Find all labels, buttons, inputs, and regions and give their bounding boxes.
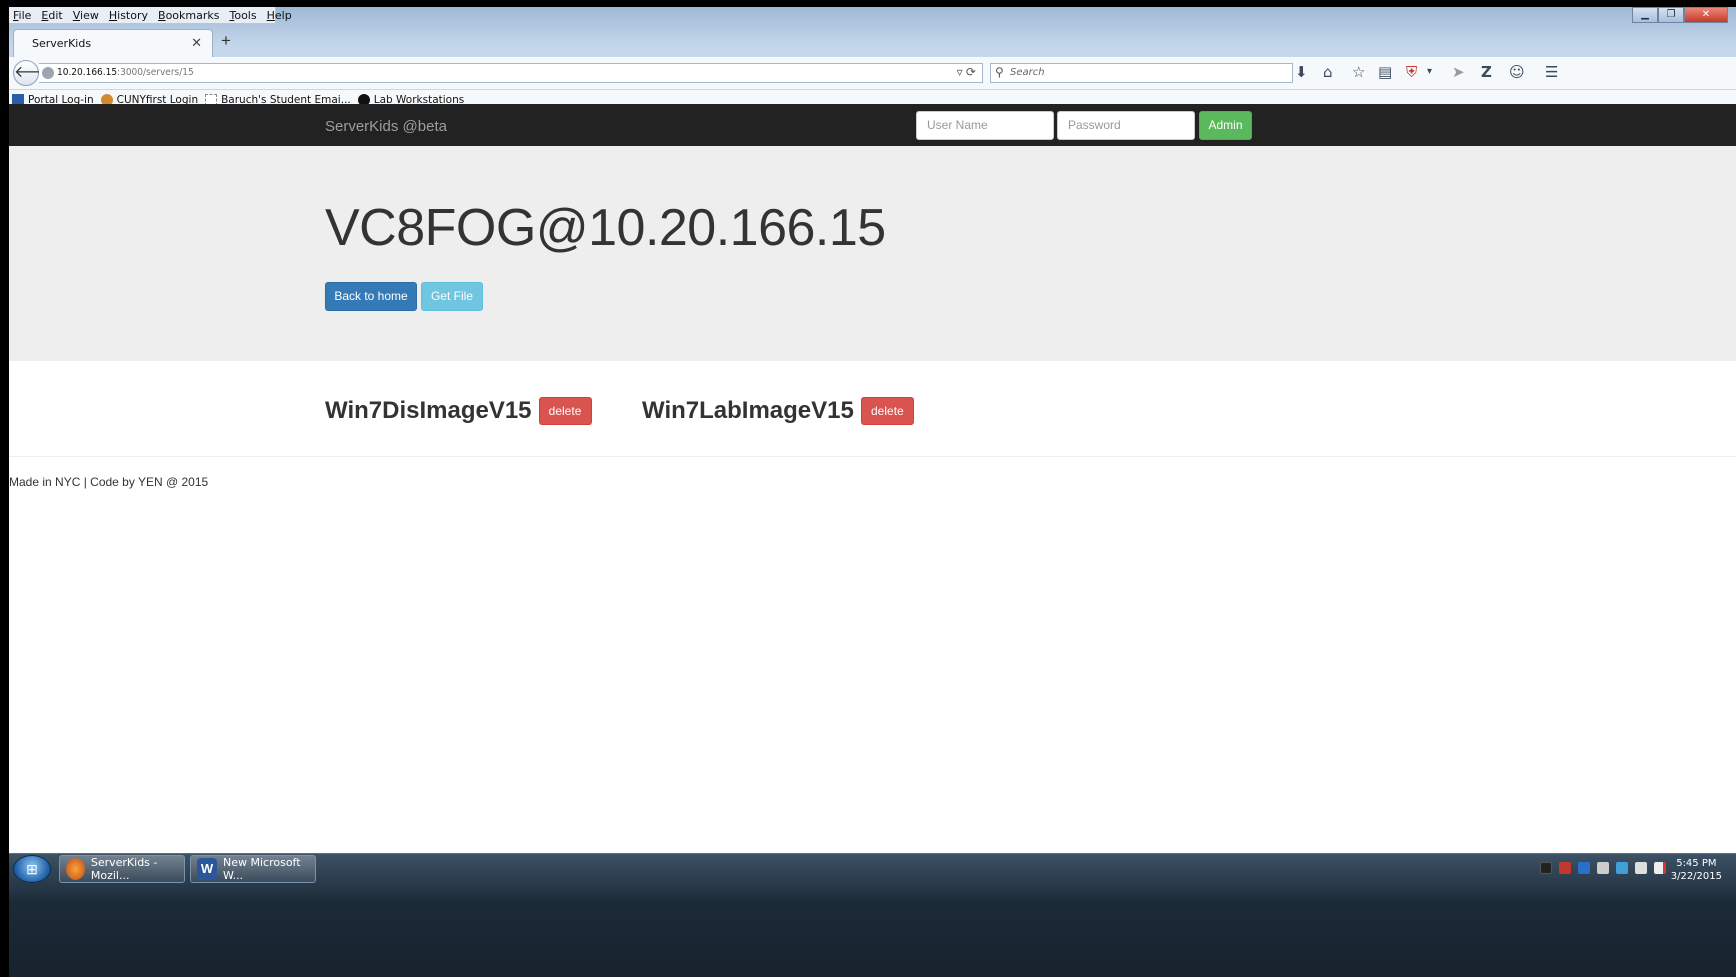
shield-icon[interactable] — [1559, 862, 1571, 874]
minimize-button[interactable]: ▁ — [1632, 7, 1658, 23]
site-navbar: ServerKids @beta User Name Password Admi… — [9, 104, 1736, 146]
image-item: Win7DisImageV15 delete — [325, 397, 592, 425]
clock-date: 3/22/2015 — [1670, 871, 1722, 882]
footer-text: Made in NYC | Code by YEN @ 2015 — [9, 475, 209, 489]
search-bar[interactable]: ⚲ Search — [990, 63, 1293, 83]
zotero-icon[interactable]: Z — [1481, 63, 1492, 81]
image-name: Win7DisImageV15 — [325, 397, 532, 424]
menu-history[interactable]: History — [109, 9, 148, 22]
url-text: 10.20.166.15:3000/servers/15 — [57, 67, 194, 78]
system-tray — [1533, 862, 1666, 874]
task-label: ServerKids - Mozil... — [90, 856, 158, 882]
window-controls: ▁ ❐ ✕ — [1632, 7, 1728, 23]
image-name: Win7LabImageV15 — [642, 397, 854, 424]
bluetooth-icon[interactable] — [1578, 862, 1590, 874]
url-host: 10.20.166.15 — [57, 67, 118, 78]
clock[interactable]: 5:45 PM 3/22/2015 — [1671, 857, 1722, 883]
volume-muted-icon[interactable] — [1654, 862, 1666, 874]
server-title: VC8FOG@10.20.166.15 — [325, 199, 886, 257]
addon-dropdown-icon[interactable]: ▾ — [1427, 66, 1432, 77]
start-button[interactable]: ⊞ — [13, 855, 51, 883]
menu-file[interactable]: File — [13, 9, 31, 22]
send-icon[interactable]: ➤ — [1452, 63, 1465, 81]
screen: File Edit View History Bookmarks Tools H… — [9, 7, 1736, 977]
reading-list-icon[interactable]: ▤ — [1378, 63, 1392, 81]
task-label: New Microsoft W... — [223, 856, 301, 882]
divider — [9, 456, 1736, 457]
search-icon: ⚲ — [995, 65, 1004, 79]
globe-icon — [42, 67, 54, 79]
word-icon: W — [197, 858, 217, 880]
download-icon[interactable]: ⬇ — [1295, 63, 1308, 81]
page-content: ServerKids @beta User Name Password Admi… — [9, 104, 1736, 852]
addon-icon[interactable]: ⛨ — [1406, 63, 1417, 81]
get-file-button[interactable]: Get File — [421, 282, 483, 311]
menu-edit[interactable]: Edit — [41, 9, 62, 22]
menu-bar: File Edit View History Bookmarks Tools H… — [9, 7, 292, 24]
delete-button[interactable]: delete — [538, 397, 592, 425]
reload-icon[interactable]: ▿ ⟳ — [957, 65, 976, 79]
brand-link[interactable]: ServerKids @beta — [325, 118, 447, 135]
delete-button[interactable]: delete — [860, 397, 914, 425]
menu-bookmarks[interactable]: Bookmarks — [158, 9, 219, 22]
clock-time: 5:45 PM — [1676, 858, 1717, 869]
bookmark-star-icon[interactable]: ☆ — [1352, 63, 1365, 81]
flag-icon[interactable] — [1540, 862, 1552, 874]
taskbar-word[interactable]: W New Microsoft W... — [190, 855, 316, 883]
back-button[interactable]: 🡐 — [13, 60, 57, 86]
menu-tools[interactable]: Tools — [229, 9, 256, 22]
jumbotron: VC8FOG@10.20.166.15 Back to home Get Fil… — [9, 146, 1736, 361]
search-placeholder: Search — [1010, 67, 1045, 78]
taskbar-firefox[interactable]: ServerKids - Mozil... — [59, 855, 185, 883]
tab-serverkids[interactable]: ServerKids ✕ — [13, 29, 213, 57]
close-window-button[interactable]: ✕ — [1684, 7, 1728, 23]
new-tab-button[interactable]: + — [221, 31, 231, 51]
browser-chrome: File Edit View History Bookmarks Tools H… — [9, 7, 1736, 116]
tab-strip: ServerKids ✕ + — [9, 26, 1736, 57]
url-path: :3000/servers/15 — [117, 67, 194, 78]
tab-close-icon[interactable]: ✕ — [191, 35, 202, 51]
action-center-icon[interactable] — [1635, 862, 1647, 874]
hamburger-menu-icon[interactable]: ☰ — [1545, 63, 1558, 81]
tab-title: ServerKids — [32, 37, 92, 50]
menu-view[interactable]: View — [73, 9, 99, 22]
username-input[interactable]: User Name — [916, 111, 1054, 140]
navigation-toolbar: 🡐 10.20.166.15:3000/servers/15 ▿ ⟳ ⚲ Sea… — [9, 57, 1736, 90]
firefox-icon — [66, 858, 85, 880]
chat-icon[interactable]: ☺ — [1509, 63, 1525, 81]
url-bar[interactable]: 10.20.166.15:3000/servers/15 ▿ ⟳ — [39, 63, 983, 83]
taskbar: ⊞ ServerKids - Mozil... W New Microsoft … — [9, 853, 1736, 977]
back-to-home-button[interactable]: Back to home — [325, 282, 417, 311]
admin-button[interactable]: Admin — [1199, 111, 1252, 140]
display-icon[interactable] — [1616, 862, 1628, 874]
menu-help[interactable]: Help — [267, 9, 292, 22]
image-item: Win7LabImageV15 delete — [642, 397, 914, 425]
network-drive-icon[interactable] — [1597, 862, 1609, 874]
restore-button[interactable]: ❐ — [1658, 7, 1684, 23]
password-input[interactable]: Password — [1057, 111, 1195, 140]
home-icon[interactable]: ⌂ — [1323, 63, 1333, 81]
